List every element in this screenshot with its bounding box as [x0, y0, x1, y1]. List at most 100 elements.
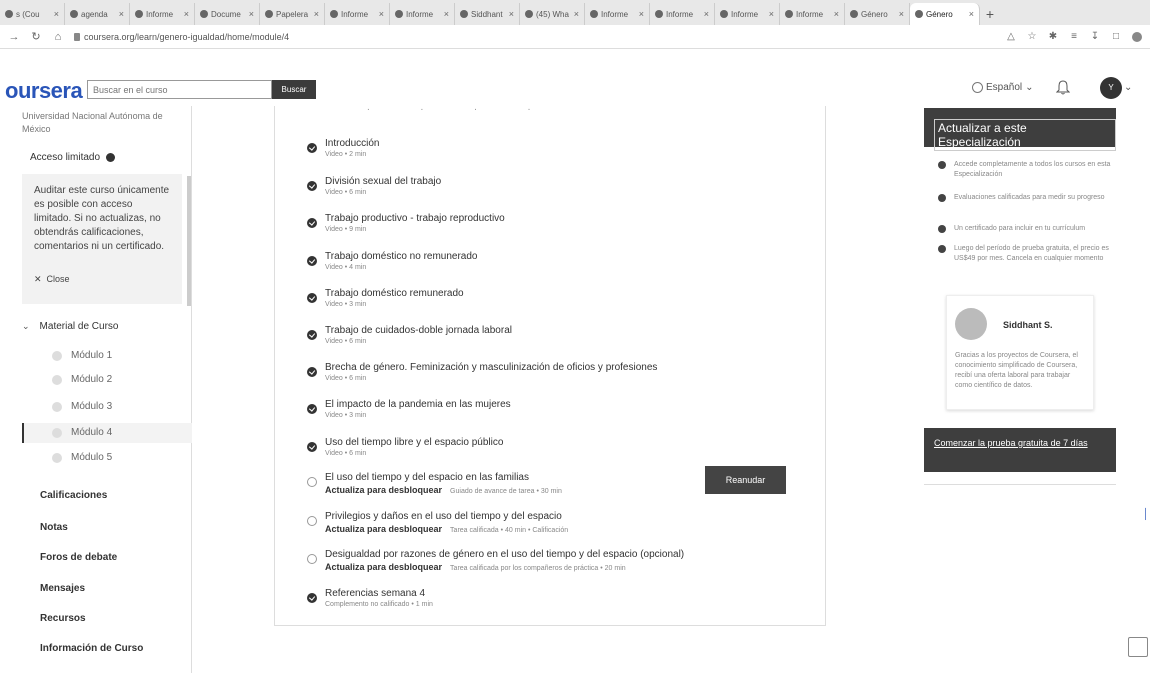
sidebar-item-forums[interactable]: Foros de debate: [40, 552, 117, 563]
feedback-widget-icon[interactable]: [1128, 637, 1148, 657]
download-icon[interactable]: ↧: [1090, 31, 1100, 42]
close-button[interactable]: ✕ Close: [34, 272, 170, 286]
course-material-toggle[interactable]: ⌄ Material de Curso: [22, 321, 118, 332]
tab-close-icon[interactable]: ×: [119, 9, 124, 19]
browser-tab[interactable]: Informe ×: [390, 3, 455, 25]
bell-icon[interactable]: [1056, 80, 1070, 95]
coursera-logo[interactable]: oursera: [5, 78, 83, 104]
tab-close-icon[interactable]: ×: [639, 9, 644, 19]
avatar[interactable]: Y: [1100, 77, 1122, 99]
browser-tab[interactable]: agenda ×: [65, 3, 130, 25]
account-icon[interactable]: [1132, 31, 1142, 42]
browser-tab[interactable]: Informe ×: [715, 3, 780, 25]
home-icon[interactable]: ⌂: [52, 31, 64, 43]
tab-label: agenda: [81, 9, 108, 19]
access-status[interactable]: Acceso limitado: [30, 152, 116, 163]
browser-tab[interactable]: Informe ×: [585, 3, 650, 25]
module-content-card: . . . . Introducción Video • 2 min Divisi…: [274, 102, 826, 626]
tab-close-icon[interactable]: ×: [54, 9, 59, 19]
info-icon[interactable]: [106, 153, 116, 162]
browser-tab[interactable]: Género ×: [910, 3, 980, 25]
tab-label: Informe: [796, 9, 824, 19]
browser-tab[interactable]: Informe ×: [650, 3, 715, 25]
lesson-meta: Video • 4 min: [325, 264, 367, 271]
lesson-title: Referencias semana 4: [325, 588, 426, 599]
share-icon[interactable]: △: [1006, 31, 1016, 42]
browser-tab[interactable]: s (Cou ×: [0, 3, 65, 25]
search-input[interactable]: [87, 80, 272, 99]
sidebar-item-resources[interactable]: Recursos: [40, 613, 86, 624]
profile-extension-icon[interactable]: ≡: [1069, 31, 1079, 42]
tab-close-icon[interactable]: ×: [769, 9, 774, 19]
tab-close-icon[interactable]: ×: [899, 9, 904, 19]
module-label: Módulo 2: [71, 374, 113, 385]
sidebar-item-course-info[interactable]: Información de Curso: [40, 643, 143, 654]
tab-favicon-icon: [395, 10, 403, 18]
sidebar-item-module-2[interactable]: Módulo 2: [52, 374, 112, 385]
tab-close-icon[interactable]: ×: [314, 9, 319, 19]
extension-icon[interactable]: ✱: [1048, 31, 1058, 42]
browser-tab[interactable]: Informe ×: [780, 3, 845, 25]
star-icon[interactable]: ☆: [1027, 31, 1037, 42]
tab-close-icon[interactable]: ×: [509, 9, 514, 19]
tab-close-icon[interactable]: ×: [574, 9, 579, 19]
unlock-link[interactable]: Actualiza para desbloquear: [325, 524, 442, 534]
tab-favicon-icon: [655, 10, 663, 18]
url-field[interactable]: coursera.org/learn/genero-igualdad/home/…: [74, 32, 289, 42]
window-icon[interactable]: □: [1111, 31, 1121, 42]
upgrade-title: Actualizar a este Especialización: [934, 119, 1116, 151]
tab-close-icon[interactable]: ×: [184, 9, 189, 19]
tab-label: (45) Wha: [536, 9, 569, 19]
unlock-link[interactable]: Actualiza para desbloquear: [325, 562, 442, 572]
tab-close-icon[interactable]: ×: [444, 9, 449, 19]
browser-tab[interactable]: Informe ×: [325, 3, 390, 25]
tab-favicon-icon: [785, 10, 793, 18]
language-selector[interactable]: Español ⌄: [972, 82, 1034, 93]
material-label: Material de Curso: [39, 321, 119, 332]
tab-close-icon[interactable]: ×: [834, 9, 839, 19]
forward-icon[interactable]: →: [8, 31, 20, 43]
benefit-item: Evaluaciones calificadas para medir su p…: [938, 193, 1116, 203]
tab-close-icon[interactable]: ×: [704, 9, 709, 19]
sidebar-item-messages[interactable]: Mensajes: [40, 583, 85, 594]
reload-icon[interactable]: ↻: [30, 30, 42, 43]
upgrade-header[interactable]: Actualizar a este Especialización: [924, 108, 1116, 151]
lesson-meta: Video • 3 min: [325, 412, 367, 419]
lesson-meta: Video • 9 min: [325, 226, 367, 233]
chevron-down-icon: ⌄: [22, 321, 30, 331]
lesson-title: Privilegios y daños en el uso del tiempo…: [325, 511, 562, 522]
tab-favicon-icon: [70, 10, 78, 18]
sidebar-item-module-5[interactable]: Módulo 5: [52, 452, 112, 463]
browser-tab[interactable]: Papelera ×: [260, 3, 325, 25]
benefit-item: Un certificado para incluir en tu curríc…: [938, 224, 1116, 234]
start-free-trial-button[interactable]: Comenzar la prueba gratuita de 7 días: [924, 428, 1116, 472]
new-tab-button[interactable]: +: [980, 3, 1000, 25]
sidebar-scrollbar[interactable]: [187, 176, 191, 306]
unlock-link[interactable]: Actualiza para desbloquear: [325, 485, 442, 495]
browser-tab[interactable]: (45) Wha ×: [520, 3, 585, 25]
sidebar-item-module-4[interactable]: Módulo 4: [52, 427, 112, 438]
tab-close-icon[interactable]: ×: [249, 9, 254, 19]
sidebar-item-module-3[interactable]: Módulo 3: [52, 401, 112, 412]
module-label: Módulo 3: [71, 401, 113, 412]
browser-tab[interactable]: Docume ×: [195, 3, 260, 25]
edge-widget-icon[interactable]: │: [1143, 509, 1149, 520]
browser-tab[interactable]: Informe ×: [130, 3, 195, 25]
sidebar-item-grades[interactable]: Calificaciones: [40, 490, 107, 501]
tab-close-icon[interactable]: ×: [969, 9, 974, 19]
module-label: Módulo 5: [71, 452, 113, 463]
tab-label: Papelera: [276, 9, 309, 19]
lesson-title: Introducción: [325, 138, 380, 149]
tab-favicon-icon: [330, 10, 338, 18]
sidebar-item-notes[interactable]: Notas: [40, 522, 68, 533]
browser-tab[interactable]: Género ×: [845, 3, 910, 25]
tab-close-icon[interactable]: ×: [379, 9, 384, 19]
module-status-icon: [52, 374, 62, 385]
lesson-title: El uso del tiempo y del espacio en las f…: [325, 472, 529, 483]
divider: [924, 484, 1116, 485]
browser-tab[interactable]: Siddhant ×: [455, 3, 520, 25]
sidebar-item-module-1[interactable]: Módulo 1: [52, 350, 112, 361]
chevron-down-icon[interactable]: ⌄: [1124, 82, 1132, 93]
search-button[interactable]: Buscar: [272, 80, 316, 99]
resume-button[interactable]: Reanudar: [705, 466, 786, 494]
